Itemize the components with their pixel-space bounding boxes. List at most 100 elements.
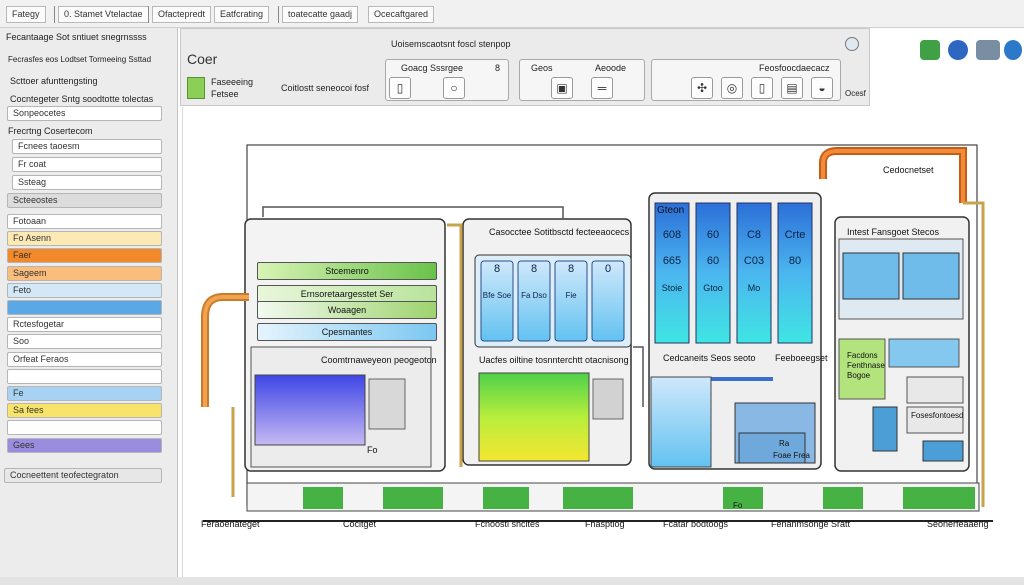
large-tank-value-c: Mo	[747, 283, 761, 293]
diagram-canvas: Stcemenro Ernsoretaargesstet Ser Woaagen…	[182, 107, 1024, 577]
left-panel-color-row[interactable]: Fe	[7, 386, 162, 401]
app-window: Fategy 0. Stamet Vtelactae Ofactepredt E…	[0, 0, 1024, 585]
legend-swatch	[187, 77, 205, 99]
menu-bar: Fategy 0. Stamet Vtelactae Ofactepredt E…	[0, 0, 1024, 28]
section-mid-bottom: Uacfes oiltine tosnnterchtt otacnisong	[479, 355, 629, 365]
section-1-row[interactable]: Sonpeocetes	[7, 106, 162, 121]
left-panel: Fecantaage Sot sntiuet snegrnssss Fecras…	[0, 28, 178, 585]
small-block-label: Fo	[733, 501, 743, 510]
section-right-title: Gteon	[657, 205, 685, 216]
label-rebootest: Feeboeegset	[775, 353, 828, 363]
group-1-value: 8	[495, 63, 501, 73]
section-mid-title: Casocctee Sotitbsctd fecteeaocecs	[489, 227, 630, 237]
list-item[interactable]: Ssteag	[12, 175, 162, 190]
menu-item-objectdebt[interactable]: Ofactepredt	[152, 6, 212, 23]
large-tank[interactable]	[695, 202, 731, 344]
bottom-label: Cocitget	[343, 519, 377, 529]
large-tank-value: 60	[706, 229, 720, 241]
list-item[interactable]: Fr coat	[12, 157, 162, 172]
left-panel-color-row[interactable]	[7, 368, 162, 384]
left-panel-footer[interactable]: Cocneettent teofectegraton	[4, 468, 162, 483]
gauge-bar: Stcemenro	[257, 262, 437, 280]
left-panel-color-row[interactable]: Fotoaan	[7, 214, 162, 229]
label-right-bottom: Fosesfontoesd	[911, 411, 964, 420]
group-3-label: Feosfoocdaecacz	[759, 63, 830, 73]
large-tank-value-b: 665	[662, 255, 682, 267]
large-tank-value-c: Stoie	[661, 283, 683, 293]
small-tank-value: 8	[493, 263, 501, 275]
bottom-label: Fenanmsonge Sratt	[771, 519, 851, 529]
left-panel-color-row[interactable]: Sa fees	[7, 403, 162, 419]
door-icon[interactable]: ▤	[781, 77, 803, 99]
menu-item-status[interactable]: 0. Stamet Vtelactae	[58, 6, 149, 23]
label-right-detail-1: Facdons	[847, 351, 878, 360]
large-tank[interactable]	[736, 202, 772, 344]
bottom-label: Fcnoostl shcites	[475, 519, 540, 529]
menu-separator	[148, 6, 149, 23]
blue-tool-icon[interactable]	[948, 40, 968, 60]
left-panel-color-row[interactable]: Orfeat Feraos	[7, 351, 162, 367]
large-tank-value-c: Gtoo	[703, 283, 723, 293]
left-panel-subheader: Fecrasfes eos Lodtset Tormeeing Ssttad	[8, 55, 152, 64]
bottom-label: Seonerfeaaeng	[927, 519, 989, 529]
menu-item-guard[interactable]: toatecatte gaadj	[282, 6, 359, 23]
section-title-1: Scttoer afunttengsting	[10, 76, 98, 86]
label-colossus: Cedcaneits Seos seoto	[663, 353, 756, 363]
lock-icon[interactable]: ▣	[551, 77, 573, 99]
gauge-bar: Woaagen	[257, 301, 437, 319]
left-panel-color-row[interactable]: Sageem	[7, 265, 162, 281]
menu-item-operated[interactable]: Ocecaftgared	[368, 6, 435, 23]
small-tank-sub: Fie	[565, 291, 577, 300]
cylinder-icon[interactable]: ▯	[751, 77, 773, 99]
car-icon[interactable]: ◒	[811, 77, 833, 99]
document-icon[interactable]: ▯	[389, 77, 411, 99]
bottom-label: Fcatar bodtoogs	[663, 519, 729, 529]
legend-text-2: Fetsee	[211, 89, 239, 99]
left-panel-color-row[interactable]	[7, 300, 162, 315]
ring-icon[interactable]: ◎	[721, 77, 743, 99]
toolbar-center-title: Uoisemscaotsnt foscl stenpop	[391, 39, 511, 49]
large-tank-value-b: 60	[706, 255, 720, 267]
group-2-label: Geos	[531, 63, 553, 73]
puzzle-icon[interactable]: ✣	[691, 77, 713, 99]
left-panel-color-row[interactable]: Gees	[7, 437, 162, 453]
label-right-top: Intest Fansgoet Stecos	[847, 227, 940, 237]
left-panel-color-row[interactable]: Faer	[7, 248, 162, 264]
menu-item-strategy[interactable]: Fategy	[6, 6, 46, 23]
left-panel-color-row[interactable]: Rctesfogetar	[7, 317, 162, 333]
menu-separator	[54, 6, 55, 23]
left-panel-color-row[interactable]: Soo	[7, 334, 162, 350]
left-panel-color-row[interactable]: Fo Asenn	[7, 231, 162, 247]
pipe-icon[interactable]: ═	[591, 77, 613, 99]
label-right-detail-3: Bogoe	[847, 371, 871, 380]
globe-icon[interactable]	[1004, 40, 1022, 60]
diagram-svg	[201, 144, 993, 522]
small-tank-value: 0	[604, 263, 612, 275]
settings-icon[interactable]	[845, 37, 859, 51]
legend-text-1: Faseeeing	[211, 77, 254, 87]
green-tool-icon[interactable]	[920, 40, 940, 60]
large-tank[interactable]	[654, 202, 690, 344]
left-panel-color-row[interactable]: Feto	[7, 282, 162, 298]
menu-item-rating[interactable]: Eatfcrating	[214, 6, 270, 23]
large-tank-value-b: C03	[743, 255, 765, 267]
magnify-icon[interactable]: ○	[443, 77, 465, 99]
large-tank[interactable]	[777, 202, 813, 344]
panel-bottom-label: Fo	[367, 445, 378, 455]
left-panel-header: Fecantaage Sot sntiuet snegrnssss	[6, 32, 147, 42]
list-item[interactable]: Fcnees taoesm	[12, 139, 162, 154]
small-tank-value: 8	[530, 263, 538, 275]
device-icon[interactable]	[976, 40, 1000, 60]
large-tank-value: Crte	[784, 229, 806, 241]
small-tank-value: 8	[567, 263, 575, 275]
status-strip	[0, 577, 1024, 585]
section-title-3[interactable]: Scteeostes	[7, 193, 162, 208]
label-top-right: Cedocnetset	[883, 165, 934, 175]
left-panel-color-row[interactable]	[7, 420, 162, 436]
toolbar-right-caption: Ocesf	[845, 89, 866, 98]
group-2-value: Aeoode	[595, 63, 627, 73]
large-tank-value-b: 80	[788, 255, 802, 267]
toolbar-title: Coer	[187, 51, 218, 67]
gauge-bar: Cpesmantes	[257, 323, 437, 341]
menu-separator	[278, 6, 279, 23]
